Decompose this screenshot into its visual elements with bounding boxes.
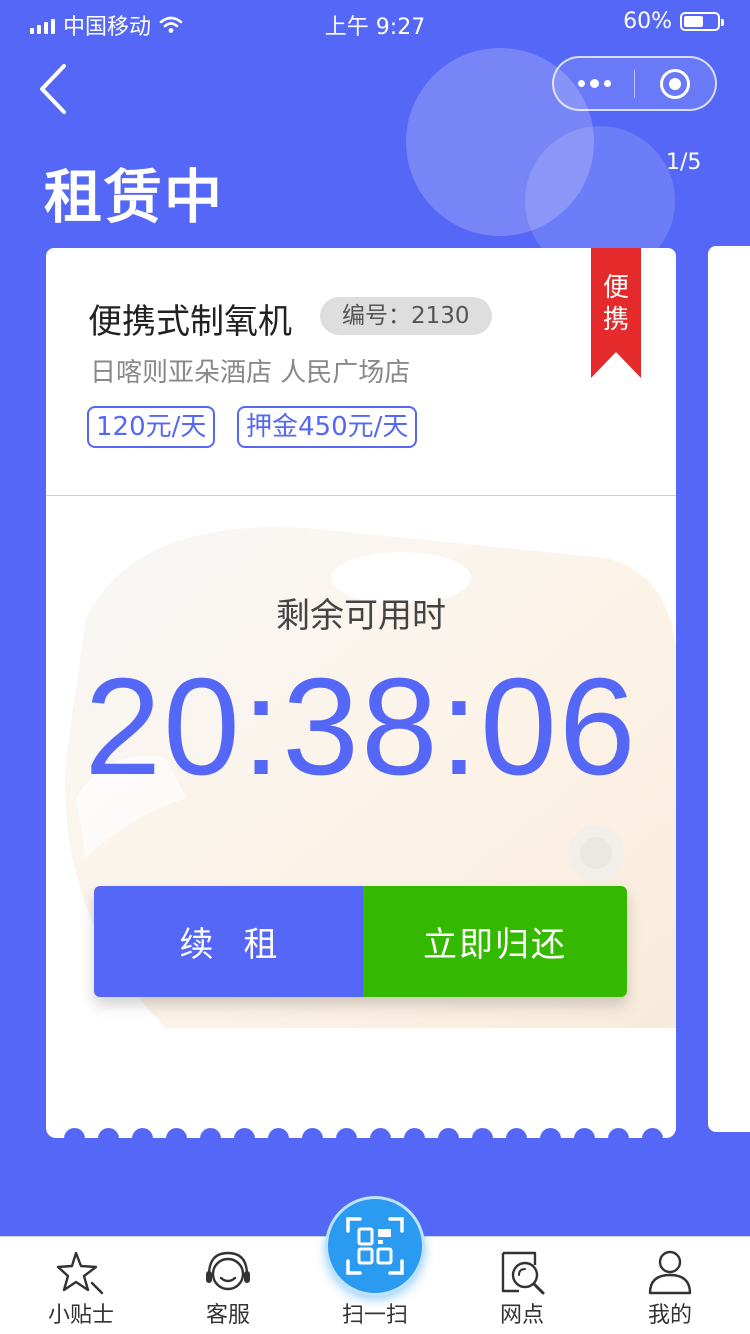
scallop bbox=[404, 1128, 425, 1138]
rental-card: 便携式制氧机 编号：2130 日喀则亚朵酒店 人民广场店 120元/天 押金45… bbox=[46, 248, 676, 1126]
star-icon bbox=[56, 1251, 104, 1295]
store-name: 日喀则亚朵酒店 人民广场店 bbox=[90, 358, 411, 388]
tab-label: 网点 bbox=[499, 1303, 544, 1328]
scallop bbox=[506, 1128, 527, 1138]
scan-button[interactable] bbox=[325, 1196, 425, 1296]
daily-price-tag: 120元/天 bbox=[87, 406, 216, 448]
action-buttons: 续租 立即归还 bbox=[94, 886, 627, 997]
scallop-edge bbox=[64, 1128, 663, 1138]
map-search-icon bbox=[501, 1251, 545, 1295]
scallop bbox=[336, 1128, 357, 1138]
back-button[interactable] bbox=[28, 58, 82, 120]
scallop bbox=[200, 1128, 221, 1138]
status-bar: 中国移动 上午 9:27 60% bbox=[0, 0, 750, 44]
tab-customer-service[interactable]: 客服 bbox=[173, 1237, 283, 1334]
scallop bbox=[132, 1128, 153, 1138]
renew-button[interactable]: 续租 bbox=[94, 886, 363, 997]
scan-icon bbox=[346, 1217, 404, 1275]
target-icon bbox=[659, 68, 690, 99]
ribbon-label: 便携 bbox=[603, 273, 630, 335]
tab-label: 我的 bbox=[647, 1303, 692, 1328]
countdown-timer: 20:38:06 bbox=[84, 650, 638, 804]
scallop bbox=[370, 1128, 391, 1138]
scallop bbox=[574, 1128, 595, 1138]
scallop bbox=[98, 1128, 119, 1138]
more-dots-icon bbox=[577, 79, 611, 88]
card-pager: 1/5 bbox=[666, 150, 702, 175]
return-now-button[interactable]: 立即归还 bbox=[363, 886, 627, 997]
scallop bbox=[268, 1128, 289, 1138]
tab-mine[interactable]: 我的 bbox=[615, 1237, 725, 1334]
scallop bbox=[472, 1128, 493, 1138]
battery-percent: 60% bbox=[623, 9, 672, 34]
scallop bbox=[234, 1128, 255, 1138]
miniprogram-capsule bbox=[552, 56, 717, 111]
next-rental-card[interactable] bbox=[708, 246, 750, 1132]
scallop bbox=[166, 1128, 187, 1138]
tab-label: 客服 bbox=[205, 1303, 250, 1328]
status-right: 60% bbox=[623, 9, 724, 34]
page-title: 租赁中 bbox=[44, 163, 225, 231]
user-icon bbox=[648, 1250, 692, 1295]
tab-label: 扫一扫 bbox=[341, 1303, 408, 1328]
more-button[interactable] bbox=[554, 58, 634, 109]
ticket-edge bbox=[46, 1110, 676, 1138]
serial-badge: 编号：2130 bbox=[320, 297, 492, 335]
scallop bbox=[302, 1128, 323, 1138]
tab-outlets[interactable]: 网点 bbox=[467, 1237, 577, 1334]
card-divider bbox=[46, 495, 676, 496]
deposit-tag: 押金450元/天 bbox=[237, 406, 418, 448]
battery-level bbox=[684, 16, 704, 27]
chevron-left-icon bbox=[40, 64, 66, 114]
scallop bbox=[642, 1128, 663, 1138]
tab-label: 小贴士 bbox=[47, 1303, 114, 1328]
close-miniprogram-button[interactable] bbox=[635, 58, 715, 109]
scallop bbox=[540, 1128, 561, 1138]
scallop bbox=[438, 1128, 459, 1138]
product-name: 便携式制氧机 bbox=[88, 302, 292, 342]
scallop bbox=[608, 1128, 629, 1138]
tab-tips[interactable]: 小贴士 bbox=[26, 1237, 136, 1334]
remaining-time-label: 剩余可用时 bbox=[276, 596, 446, 636]
headset-icon bbox=[206, 1251, 250, 1291]
battery-icon bbox=[680, 12, 724, 31]
scallop bbox=[64, 1128, 85, 1138]
